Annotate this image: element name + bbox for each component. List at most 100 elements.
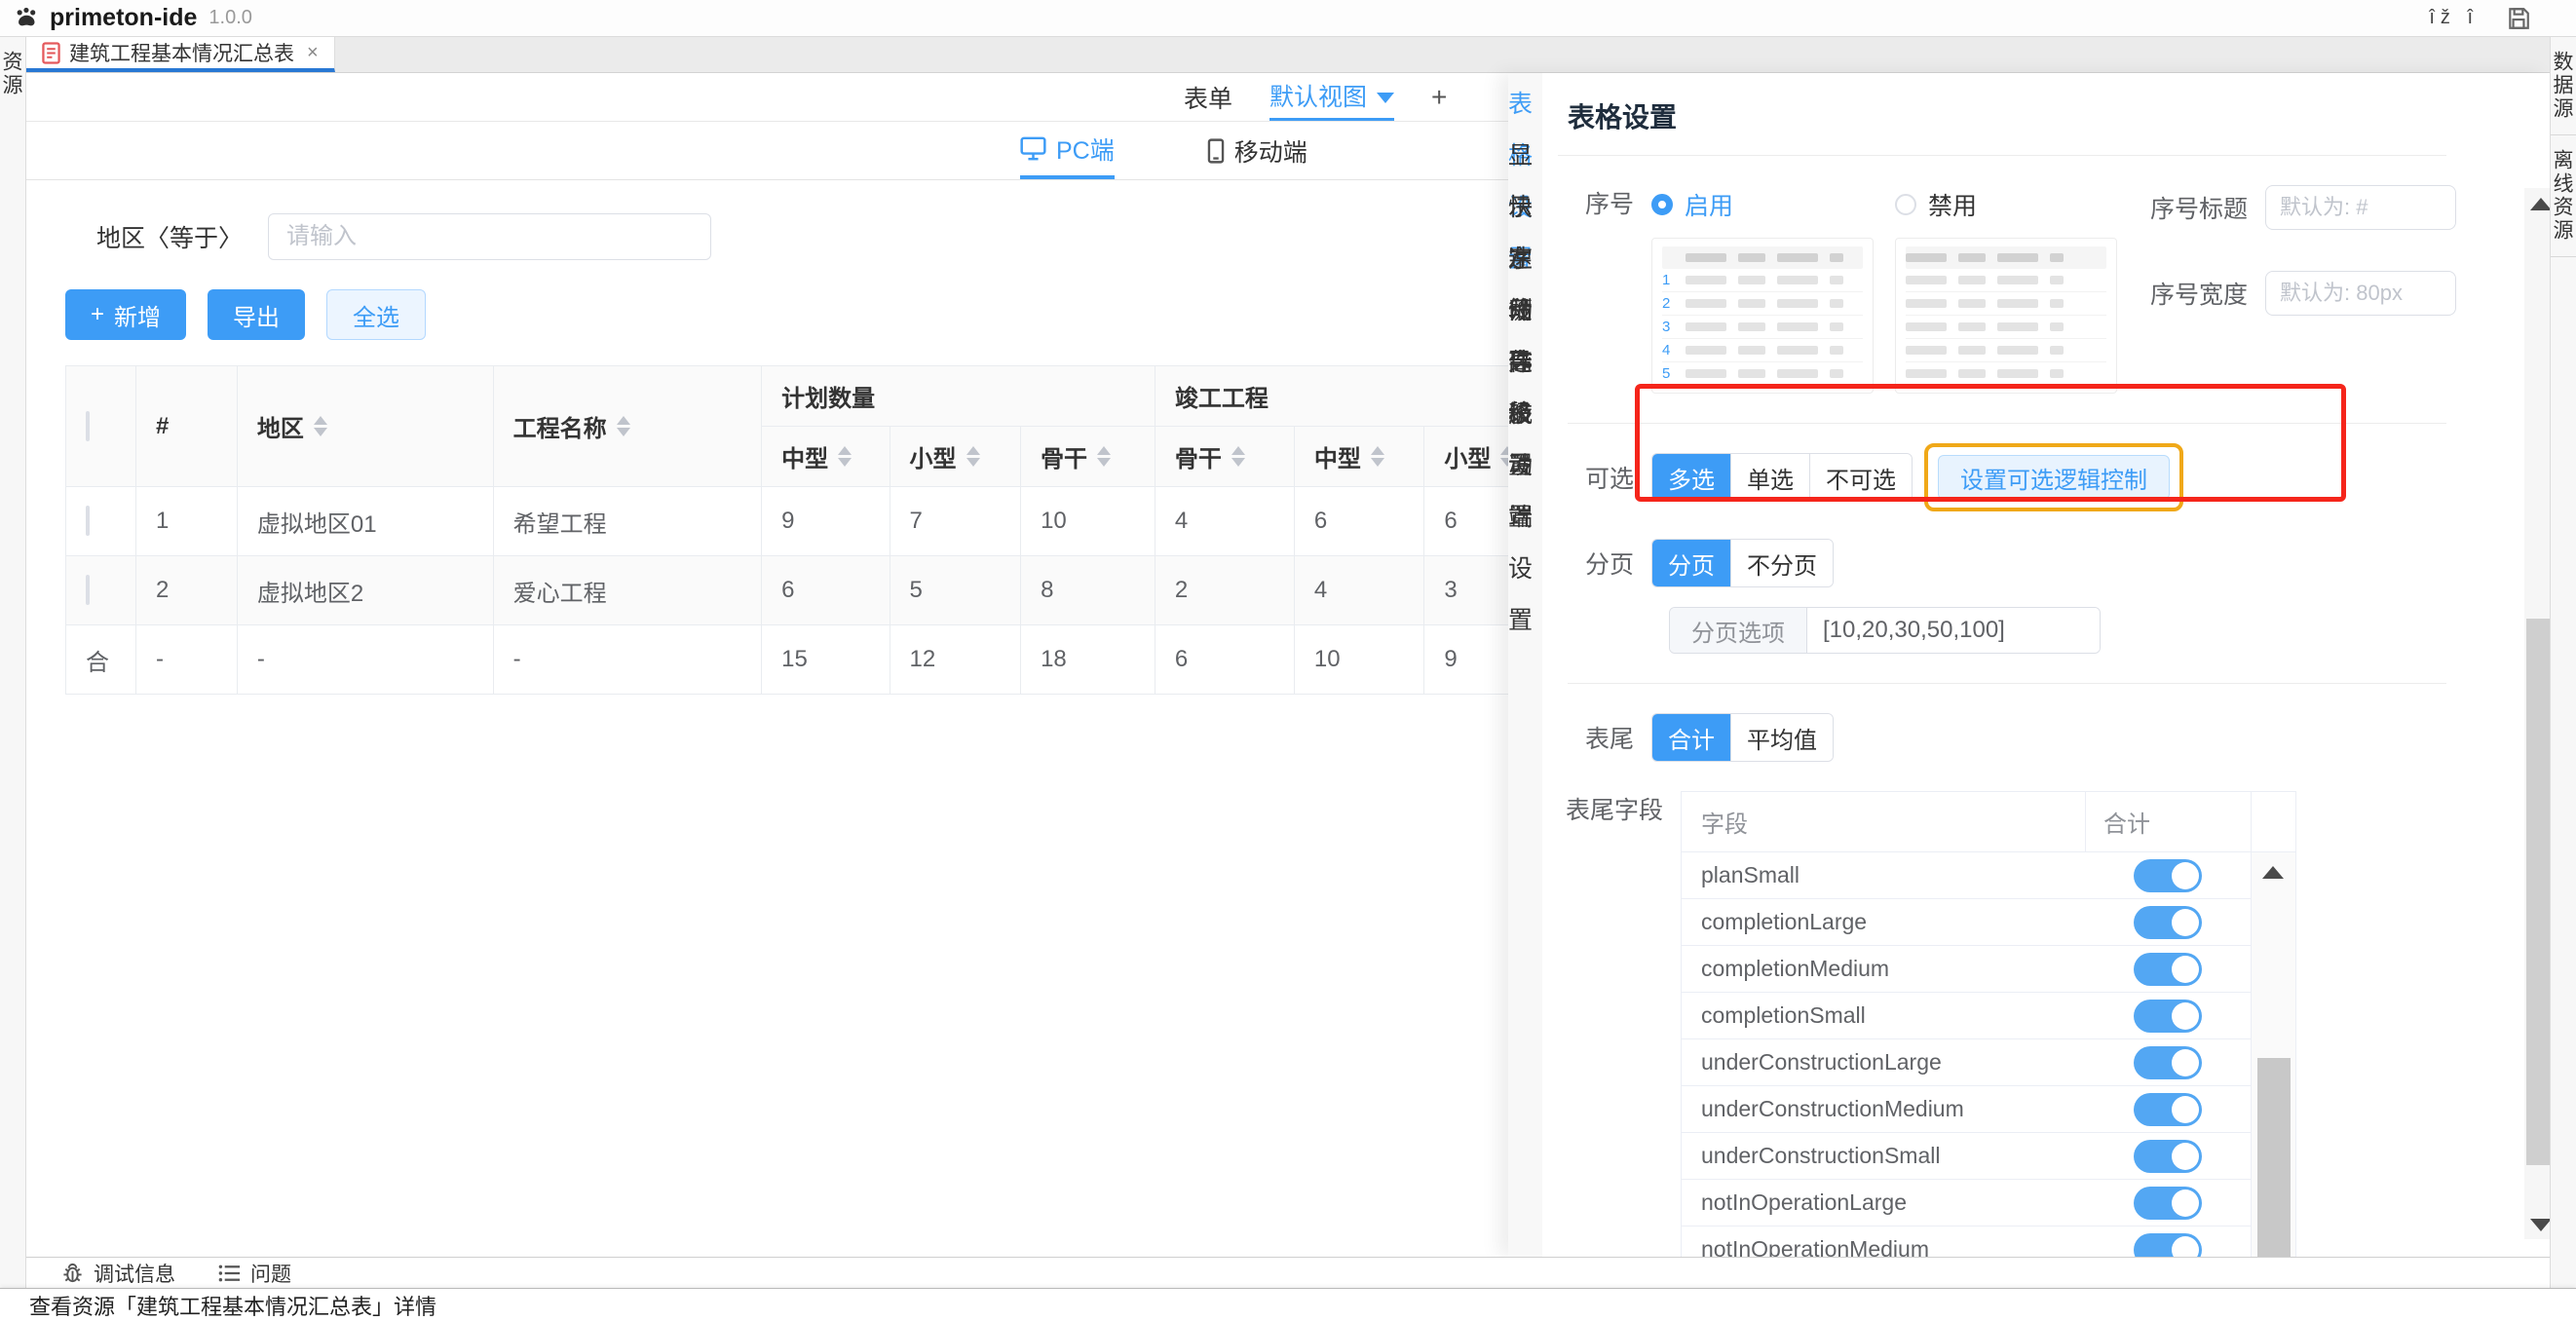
option-paginated[interactable]: 分页 [1652,540,1730,586]
serial-enabled-preview[interactable]: 0 1 2 3 4 5 [1651,238,1874,394]
app-logo-icon [14,5,40,31]
nav-item-left-nav[interactable]: 左侧导航 [1508,234,1542,285]
filter-input[interactable] [268,213,711,260]
footer-fields-table: 字段 合计 planSmall completionLarge completi… [1681,791,2296,1321]
nav-item-mobile-settings[interactable]: 移动端设置 [1508,389,1542,440]
pagination-label: 分页 [1558,546,1651,581]
table-footer-section: 表尾 合计 平均值 [1558,713,2573,762]
column-header-region[interactable]: 地区 [237,366,493,487]
serial-disabled-preview[interactable] [1895,238,2117,394]
footer-segmented-control: 合计 平均值 [1651,713,1834,762]
column-header-completion-medium[interactable]: 中型 [1294,427,1424,487]
app-name: primeton-ide [50,4,197,32]
scrollbar-thumb[interactable] [2257,1058,2291,1273]
table-settings-panel: 表格设置 显示字段 快速筛选 左侧导航 动作设置 高级设置 移动端设置 表格设置… [1508,73,2550,1257]
sum-column-header: 合计 [2085,792,2251,851]
bug-icon [61,1262,84,1284]
ide-window: primeton-ide 1.0.0 îž î 资源 数据源 离线资源 建筑工程 [0,0,2576,1321]
column-header-plan-large[interactable]: 骨干 [1021,427,1155,487]
serial-label: 序号 [1558,185,1651,220]
settings-body: 表格设置 序号 启用 0 1 2 3 4 5 [1542,73,2573,1257]
header-checkbox[interactable] [86,411,90,441]
nav-item-quick-filter[interactable]: 快速筛选 [1508,182,1542,234]
tab-form[interactable]: 表单 [1184,73,1232,121]
sort-icon [966,446,980,467]
field-toggle[interactable] [2134,1140,2202,1173]
scroll-down-icon[interactable] [2530,1219,2552,1231]
radio-unselected-icon[interactable] [1895,194,1916,215]
select-all-header-cell [66,366,136,487]
tab-default-view[interactable]: 默认视图 [1269,73,1394,121]
option-average[interactable]: 平均值 [1730,714,1833,761]
field-toggle[interactable] [2134,1000,2202,1033]
sidebar-item-datasource[interactable]: 数据源 [2551,37,2576,135]
option-sum[interactable]: 合计 [1652,714,1730,761]
field-row: underConstructionMedium [1682,1086,2251,1133]
fields-column-header: 字段 [1682,792,2085,851]
serial-width-input[interactable] [2265,271,2456,316]
field-toggle[interactable] [2134,906,2202,939]
select-all-button[interactable]: 全选 [326,289,426,340]
right-rail: 数据源 离线资源 [2550,37,2576,1288]
row-checkbox[interactable] [86,575,90,605]
document-tab[interactable]: 建筑工程基本情况汇总表 × [26,37,335,72]
column-header-project[interactable]: 工程名称 [493,366,761,487]
sort-icon [1231,446,1245,467]
chevron-down-icon [1377,93,1394,103]
serial-disable-option[interactable]: 禁用 [1895,185,2117,224]
pagination-segmented-control: 分页 不分页 [1651,539,1834,587]
sidebar-item-offline-resources[interactable]: 离线资源 [2551,135,2576,257]
fields-scrollbar[interactable] [2251,852,2295,1320]
selectable-segmented-control: 多选 单选 不可选 [1651,453,1913,502]
selectable-logic-button[interactable]: 设置可选逻辑控制 [1938,455,2170,500]
field-toggle[interactable] [2134,1046,2202,1079]
tab-mobile[interactable]: 移动端 [1207,122,1307,179]
row-checkbox[interactable] [86,506,90,536]
close-icon[interactable]: × [307,42,319,64]
nav-item-table-settings[interactable]: 表格设置 [1508,79,1542,131]
sidebar-item-resources[interactable]: 资源 [0,37,25,111]
debug-bar: 调试信息 问题 [26,1257,2550,1288]
save-icon[interactable] [2506,6,2531,31]
tab-pc[interactable]: PC端 [1020,122,1115,179]
export-button[interactable]: 导出 [208,289,305,340]
scroll-up-icon[interactable] [2262,866,2284,879]
document-tab-title: 建筑工程基本情况汇总表 [69,38,294,67]
problems-button[interactable]: 问题 [218,1259,291,1288]
pagination-options-input[interactable] [1807,608,2100,653]
debug-info-button[interactable]: 调试信息 [61,1259,175,1288]
field-toggle[interactable] [2134,953,2202,986]
group-header-plan: 计划数量 [762,366,1155,427]
column-header-completion-large[interactable]: 骨干 [1155,427,1294,487]
monitor-icon [1020,136,1046,161]
serial-title-input[interactable] [2265,185,2456,230]
selectable-label: 可选 [1558,460,1651,495]
panel-title: 表格设置 [1558,73,2446,156]
nav-item-display-fields[interactable]: 显示字段 [1508,131,1542,182]
option-not-paginated[interactable]: 不分页 [1730,540,1833,586]
radio-selected-icon[interactable] [1651,194,1673,215]
pagination-section: 分页 分页 不分页 [1558,539,2573,587]
status-text: 查看资源「建筑工程基本情况汇总表」详情 [29,1290,436,1321]
nav-item-action-settings[interactable]: 动作设置 [1508,285,1542,337]
pagination-options-label: 分页选项 [1670,608,1807,653]
add-view-button[interactable]: + [1431,73,1447,121]
nav-item-advanced-settings[interactable]: 高级设置 [1508,337,1542,389]
field-row: completionMedium [1682,946,2251,993]
option-single-select[interactable]: 单选 [1730,454,1809,501]
window-toolbar-glyph-icons[interactable]: îž î [2429,7,2479,29]
field-toggle[interactable] [2134,859,2202,892]
column-header-plan-medium[interactable]: 中型 [762,427,890,487]
field-row: planSmall [1682,852,2251,899]
field-row: notInOperationLarge [1682,1180,2251,1227]
column-header-plan-small[interactable]: 小型 [890,427,1021,487]
field-toggle[interactable] [2134,1093,2202,1126]
field-toggle[interactable] [2134,1187,2202,1220]
field-row: completionSmall [1682,993,2251,1039]
option-no-select[interactable]: 不可选 [1809,454,1912,501]
option-multi-select[interactable]: 多选 [1652,454,1730,501]
serial-width-label: 序号宽度 [2139,276,2265,311]
serial-enable-option[interactable]: 启用 [1651,185,1874,224]
column-header-index: # [136,366,238,487]
add-button[interactable]: + 新增 [65,289,186,340]
